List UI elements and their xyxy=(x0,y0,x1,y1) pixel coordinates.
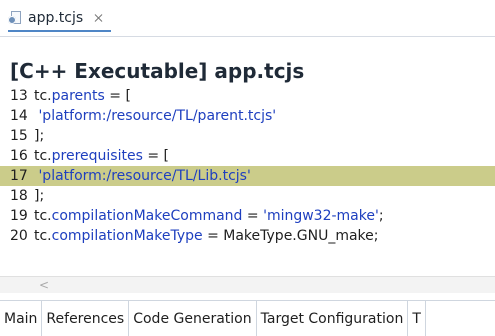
horizontal-scrollbar[interactable]: < xyxy=(0,276,495,293)
code-line[interactable]: 16 tc.prerequisites = [ xyxy=(0,146,495,166)
editor-window: app.tcjs [C++ Executable] app.tcjs 13 tc.… xyxy=(0,0,495,336)
code-token: tc. xyxy=(34,88,52,104)
line-number: 17 xyxy=(10,168,28,184)
code-token: tc. xyxy=(34,148,52,164)
line-number: 14 xyxy=(10,108,28,124)
code-token: = [ xyxy=(104,88,131,104)
code-token: tc. xyxy=(34,208,52,224)
code-token: ]; xyxy=(34,188,45,204)
code-line[interactable]: 18]; xyxy=(0,186,495,206)
code-token: compilationMakeCommand xyxy=(51,208,243,224)
line-number: 18 xyxy=(10,188,28,204)
code-token: 'platform:/resource/TL/Lib.tcjs' xyxy=(38,168,251,184)
line-number: 15 xyxy=(10,128,28,144)
gear-icon xyxy=(8,16,16,24)
code-line[interactable]: 19 tc.compilationMakeCommand = 'mingw32-m… xyxy=(0,206,495,226)
code-line[interactable]: 13 tc.parents = [ xyxy=(0,86,495,106)
code-token: 'mingw32-make' xyxy=(263,208,379,224)
code-line[interactable]: 20 tc.compilationMakeType = MakeType.GNU_… xyxy=(0,226,495,246)
code-token: prerequisites xyxy=(51,148,143,164)
close-icon[interactable] xyxy=(93,12,105,24)
page-title: [C++ Executable] app.tcjs xyxy=(10,59,305,83)
code-line[interactable]: 15]; xyxy=(0,126,495,146)
line-number: 16 xyxy=(10,148,28,164)
line-number: 19 xyxy=(10,208,28,224)
editor-tab-bar: app.tcjs xyxy=(0,0,495,37)
code-token: = [ xyxy=(142,148,169,164)
tab-t[interactable]: T xyxy=(408,301,426,336)
editor-tab-app-tcjs[interactable]: app.tcjs xyxy=(8,6,112,32)
scroll-left-icon[interactable]: < xyxy=(38,279,50,291)
code-token: ; xyxy=(378,208,384,224)
bottom-tab-bar: Main References Code Generation Target Conf… xyxy=(0,300,495,336)
tab-code-generation[interactable]: Code Generation xyxy=(129,301,257,336)
tcjs-file-icon xyxy=(8,10,24,26)
tab-target-configuration[interactable]: Target Configuration xyxy=(256,301,409,336)
code-token: ]; xyxy=(34,128,45,144)
code-line[interactable]: 14 'platform:/resource/TL/parent.tcjs' xyxy=(0,106,495,126)
line-number: 20 xyxy=(10,228,28,244)
editor-tab-title: app.tcjs xyxy=(28,10,84,26)
code-token: compilationMakeType xyxy=(51,228,203,244)
code-line[interactable]: 17 'platform:/resource/TL/Lib.tcjs' xyxy=(0,166,495,186)
line-number: 13 xyxy=(10,88,28,104)
code-editor[interactable]: 13 tc.parents = [14 'platform:/resource/T… xyxy=(0,86,495,272)
tab-references[interactable]: References xyxy=(42,301,130,336)
tab-main[interactable]: Main xyxy=(0,301,43,336)
code-token: = xyxy=(242,208,264,224)
code-token: parents xyxy=(51,88,105,104)
code-token: 'platform:/resource/TL/parent.tcjs' xyxy=(38,108,277,124)
code-token: = MakeType.GNU_make; xyxy=(202,228,379,244)
code-token: tc. xyxy=(34,228,52,244)
